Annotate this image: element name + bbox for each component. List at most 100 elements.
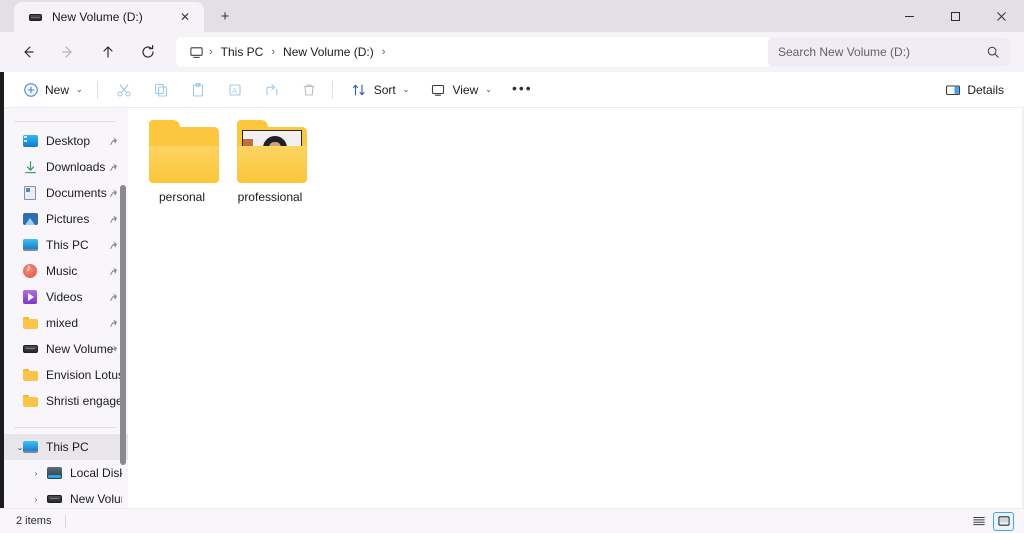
- status-divider: [65, 514, 67, 528]
- view-toggle-group: [968, 511, 1014, 531]
- pin-icon[interactable]: [109, 214, 120, 225]
- item-count-label: 2 items: [16, 515, 52, 527]
- chevron-right-icon[interactable]: ›: [30, 495, 42, 504]
- back-button[interactable]: [10, 37, 46, 67]
- cut-button[interactable]: [108, 76, 141, 104]
- this-pc-icon[interactable]: [184, 45, 208, 60]
- sort-button-label: Sort: [373, 82, 396, 97]
- pin-icon[interactable]: [109, 162, 120, 173]
- videos-icon: [22, 289, 38, 305]
- breadcrumb-separator-end[interactable]: ›: [381, 46, 387, 58]
- chevron-right-icon[interactable]: ›: [30, 469, 42, 478]
- close-button[interactable]: [978, 0, 1024, 32]
- nav-scrollbar-thumb[interactable]: [120, 185, 126, 465]
- sidebar-item-label: New Volume (D: [70, 492, 122, 506]
- sidebar-item-desktop[interactable]: Desktop: [0, 128, 128, 154]
- tab-new-volume-d[interactable]: New Volume (D:) ✕: [14, 2, 204, 32]
- file-item-personal[interactable]: personal: [138, 118, 226, 222]
- refresh-button[interactable]: [130, 37, 166, 67]
- sidebar-item-envision-lotus[interactable]: Envision Lotus E: [0, 362, 128, 388]
- details-pane-icon: [944, 81, 961, 98]
- chevron-down-icon: ⌄: [76, 85, 83, 94]
- tab-label: New Volume (D:): [52, 10, 143, 24]
- close-tab-icon[interactable]: ✕: [174, 6, 196, 28]
- pictures-icon: [22, 211, 38, 227]
- sidebar-item-documents[interactable]: Documents: [0, 180, 128, 206]
- folder-with-preview-icon: [233, 120, 307, 184]
- navigation-pane: Desktop Downloads Documents Pictures Thi…: [0, 108, 128, 533]
- breadcrumb-item-this-pc[interactable]: This PC: [214, 45, 271, 59]
- pin-icon[interactable]: [109, 136, 120, 147]
- search-icon[interactable]: [986, 45, 1000, 59]
- minimize-button[interactable]: [886, 0, 932, 32]
- file-explorer-window: New Volume (D:) ✕ + › This PC › New Volu…: [0, 0, 1024, 533]
- nav-divider: [14, 121, 116, 122]
- tab-strip: New Volume (D:) ✕ +: [14, 0, 240, 32]
- maximize-button[interactable]: [932, 0, 978, 32]
- share-button[interactable]: [256, 76, 289, 104]
- details-pane-label: Details: [967, 82, 1004, 97]
- pin-icon[interactable]: [109, 344, 120, 355]
- search-input[interactable]: [778, 45, 986, 59]
- pin-icon[interactable]: [109, 292, 120, 303]
- window-controls: [886, 0, 1024, 32]
- pin-icon[interactable]: [109, 240, 120, 251]
- rename-button[interactable]: A: [219, 76, 252, 104]
- sidebar-item-new-volume[interactable]: New Volume: [0, 336, 128, 362]
- ellipsis-icon: •••: [511, 79, 533, 96]
- drive-icon: [22, 341, 38, 357]
- share-icon: [264, 81, 281, 98]
- sidebar-item-mixed[interactable]: mixed: [0, 310, 128, 336]
- folder-icon: [145, 120, 219, 184]
- details-pane-button[interactable]: Details: [936, 76, 1012, 104]
- desktop-icon: [22, 133, 38, 149]
- sort-button[interactable]: Sort ⌄: [343, 76, 418, 104]
- breadcrumb-item-new-volume-d[interactable]: New Volume (D:): [276, 45, 381, 59]
- documents-icon: [22, 185, 38, 201]
- sidebar-tree-item-this-pc[interactable]: ⌄ This PC: [0, 434, 128, 460]
- file-list-view[interactable]: personal professional: [128, 108, 1024, 533]
- forward-button[interactable]: [50, 37, 86, 67]
- details-view-toggle[interactable]: [968, 512, 989, 531]
- downloads-icon: [22, 159, 38, 175]
- copy-button[interactable]: [145, 76, 178, 104]
- sidebar-item-label: Envision Lotus E: [46, 368, 122, 382]
- pin-icon[interactable]: [109, 266, 120, 277]
- more-options-button[interactable]: •••: [504, 76, 541, 104]
- pin-icon[interactable]: [109, 318, 120, 329]
- sort-icon: [351, 81, 368, 98]
- search-box[interactable]: [768, 38, 1010, 66]
- new-tab-button[interactable]: +: [210, 2, 240, 30]
- folder-icon: [22, 367, 38, 383]
- music-icon: [22, 263, 38, 279]
- up-button[interactable]: [90, 37, 126, 67]
- large-icons-view-toggle[interactable]: [993, 511, 1014, 531]
- pin-icon[interactable]: [109, 188, 120, 199]
- svg-text:A: A: [232, 88, 237, 95]
- folder-icon: [22, 315, 38, 331]
- view-button[interactable]: View ⌄: [421, 76, 500, 104]
- title-bar: New Volume (D:) ✕ +: [0, 0, 1024, 32]
- new-button[interactable]: New ⌄: [14, 76, 91, 104]
- sidebar-item-this-pc[interactable]: This PC: [0, 232, 128, 258]
- file-item-professional[interactable]: professional: [226, 118, 314, 222]
- breadcrumb[interactable]: › This PC › New Volume (D:) ›: [176, 37, 770, 67]
- sidebar-item-music[interactable]: Music: [0, 258, 128, 284]
- toolbar-right-group: Details: [932, 76, 1012, 104]
- sidebar-item-downloads[interactable]: Downloads: [0, 154, 128, 180]
- sidebar-item-videos[interactable]: Videos: [0, 284, 128, 310]
- folder-icon: [22, 393, 38, 409]
- this-pc-icon: [22, 237, 38, 253]
- chevron-down-icon: ⌄: [402, 85, 410, 94]
- toolbar-divider: [96, 80, 98, 99]
- paste-button[interactable]: [182, 76, 215, 104]
- nav-divider: [14, 427, 116, 428]
- command-toolbar: New ⌄ A Sort ⌄ View ⌄ ••• Details: [0, 72, 1024, 108]
- scissors-icon: [116, 81, 133, 98]
- copy-icon: [153, 81, 170, 98]
- sidebar-item-shristi-engagement[interactable]: Shristi engagem: [0, 388, 128, 414]
- sidebar-item-pictures[interactable]: Pictures: [0, 206, 128, 232]
- window-left-edge: [0, 72, 4, 533]
- sidebar-tree-item-local-disk-c[interactable]: › Local Disk (C:): [0, 460, 128, 486]
- delete-button[interactable]: [293, 76, 326, 104]
